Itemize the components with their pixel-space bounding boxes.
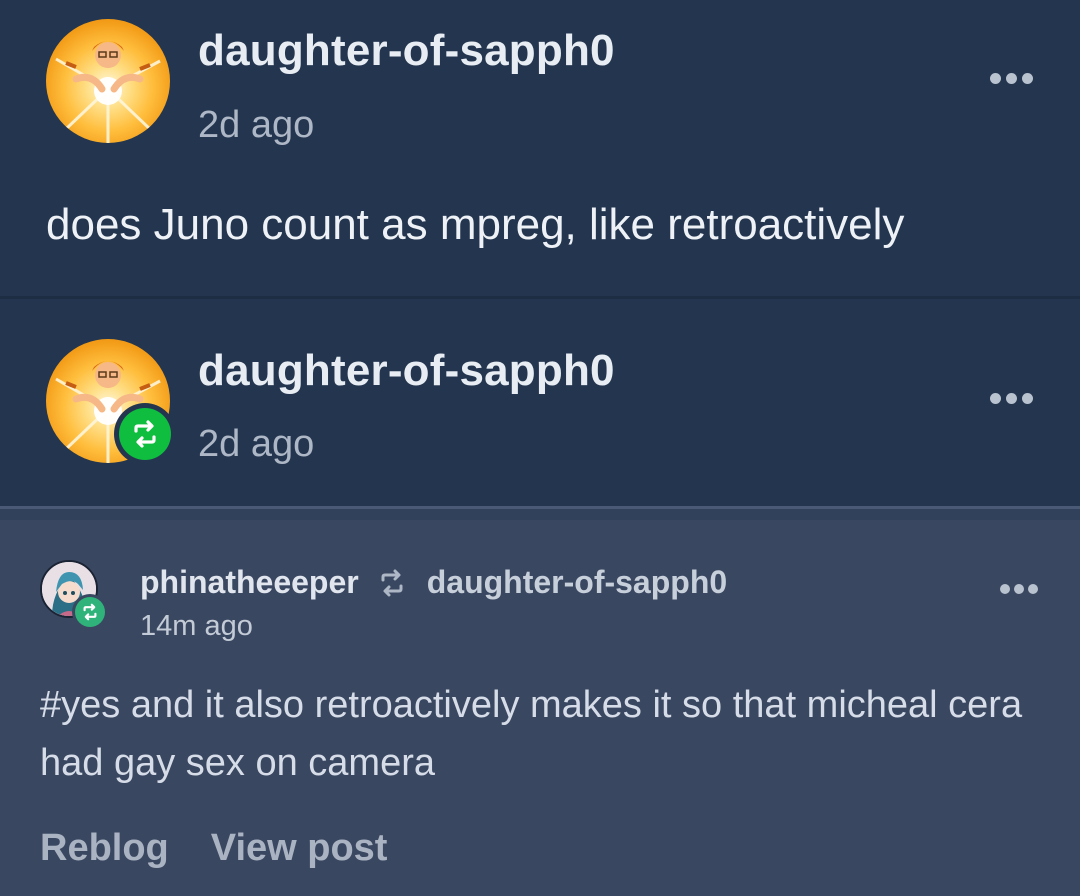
reblog-trail: phinatheeeper daughter-of-sapph0	[140, 564, 727, 601]
reblog-badge	[72, 594, 108, 630]
reblog-icon	[75, 597, 105, 627]
reblog-badge	[114, 403, 176, 465]
dot	[1006, 73, 1017, 84]
section-separator	[0, 506, 1080, 520]
more-options-icon[interactable]	[1000, 584, 1038, 594]
reblog-timestamp: 14m ago	[140, 610, 253, 642]
post-username[interactable]: daughter-of-sapph0	[198, 346, 615, 396]
dot	[1014, 584, 1024, 594]
dot	[1022, 393, 1033, 404]
avatar[interactable]	[46, 19, 170, 143]
post-username[interactable]: daughter-of-sapph0	[198, 26, 615, 76]
dot	[1022, 73, 1033, 84]
action-bar: Reblog View post	[40, 827, 387, 870]
dot	[990, 393, 1001, 404]
dot	[990, 73, 1001, 84]
post-timestamp: 2d ago	[198, 104, 315, 146]
view-post-button[interactable]: View post	[211, 827, 388, 870]
more-options-icon[interactable]	[990, 73, 1033, 84]
more-options-icon[interactable]	[990, 393, 1033, 404]
dot	[1028, 584, 1038, 594]
reblog-icon	[119, 408, 171, 460]
reblog-icon	[375, 568, 409, 598]
dot	[1006, 393, 1017, 404]
original-post: daughter-of-sapph0 2d ago does Juno coun…	[0, 0, 1080, 296]
reblog-button[interactable]: Reblog	[40, 827, 169, 870]
post-body-text: does Juno count as mpreg, like retroacti…	[46, 200, 905, 249]
reblogger-username[interactable]: phinatheeeper	[140, 564, 359, 601]
avatar-image	[55, 41, 161, 143]
post-timestamp: 2d ago	[198, 423, 315, 465]
reblog-tags-text: #yes and it also retroactively makes it …	[40, 684, 1023, 784]
dot	[1000, 584, 1010, 594]
reblog-header-post: daughter-of-sapph0 2d ago	[0, 299, 1080, 506]
reblogged-from-username[interactable]: daughter-of-sapph0	[427, 564, 727, 601]
